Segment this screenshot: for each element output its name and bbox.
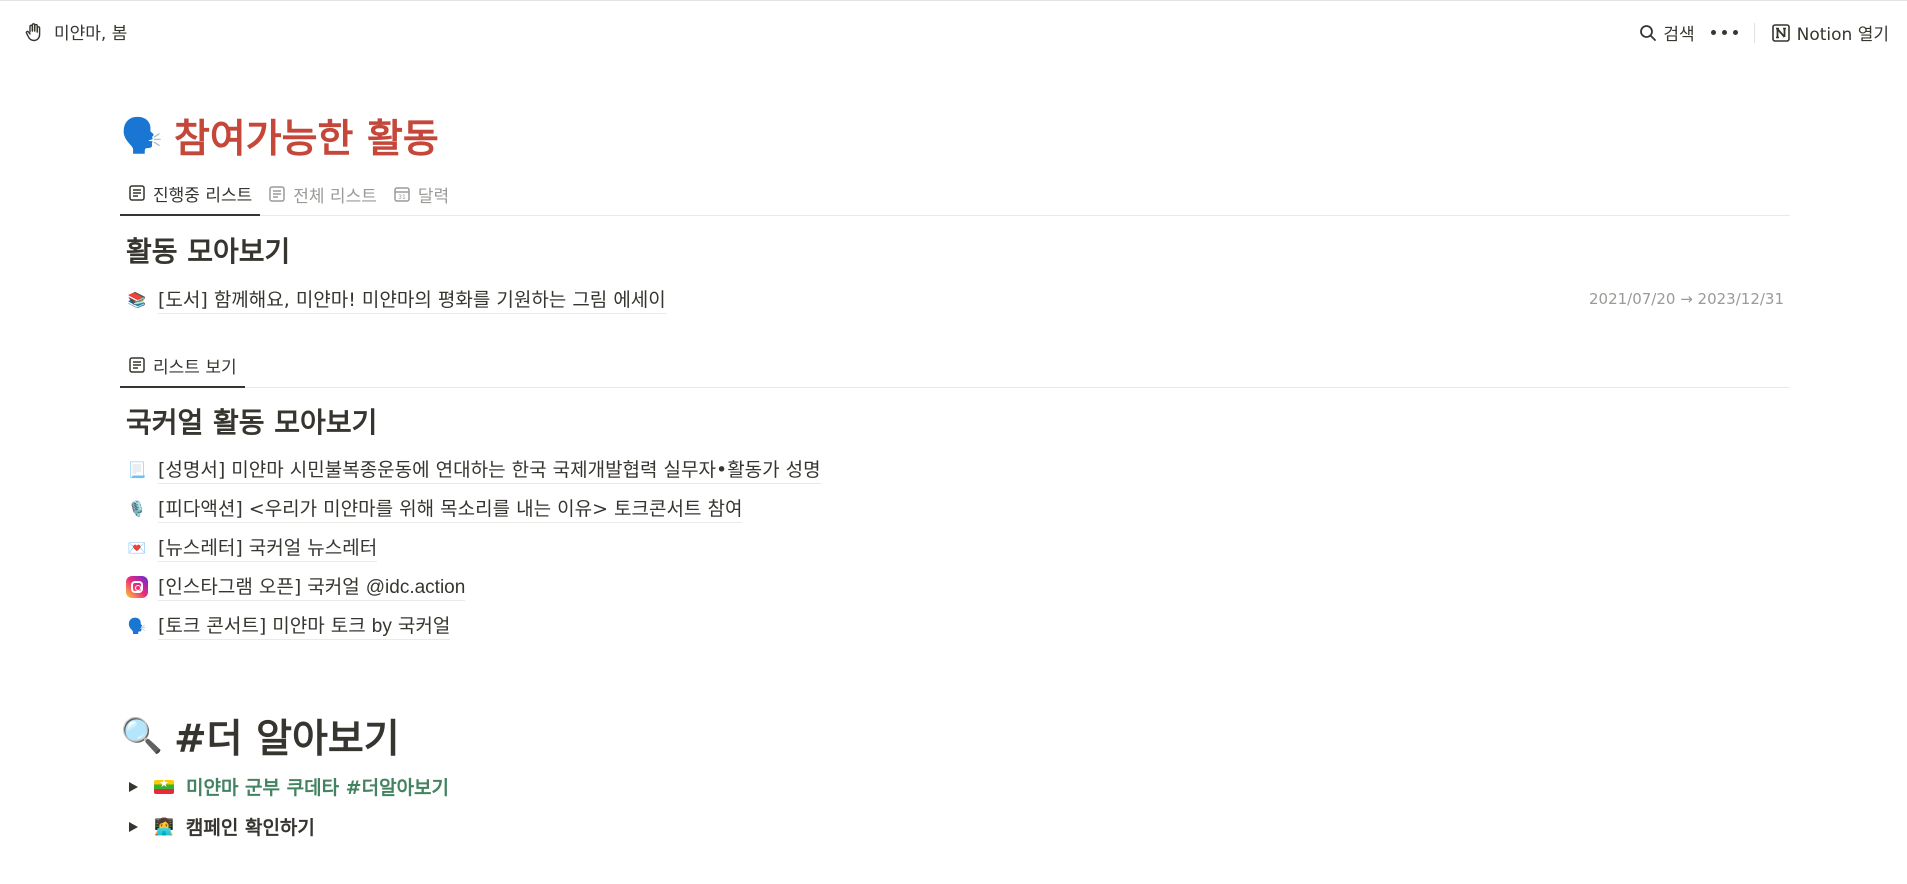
more-icon	[1710, 30, 1716, 35]
search-icon	[1640, 24, 1657, 41]
instagram-icon	[126, 575, 148, 598]
list-item[interactable]: [인스타그램 오픈] 국커얼 @idc.action	[126, 572, 466, 601]
list-item[interactable]: 📃 [성명서] 미얀마 시민불복종운동에 연대하는 한국 국제개발협력 실무자•…	[126, 455, 821, 484]
list-item[interactable]: 💌 [뉴스레터] 국커얼 뉴스레터	[126, 533, 378, 562]
breadcrumb[interactable]: 미얀마, 봄	[24, 19, 127, 44]
more-options-button[interactable]	[1703, 26, 1746, 39]
tab-in-progress-list[interactable]: 진행중 리스트	[120, 172, 261, 216]
list-icon	[269, 186, 285, 202]
search-button[interactable]: 검색	[1631, 16, 1702, 49]
magnifying-glass-icon: 🔍	[120, 716, 164, 756]
breadcrumb-label: 미얀마, 봄	[54, 24, 128, 44]
tab-all-list[interactable]: 전체 리스트	[260, 172, 385, 216]
toggle-arrow-icon[interactable]	[124, 818, 142, 836]
list-icon	[129, 185, 145, 201]
open-in-notion-label: Notion 열기	[1796, 25, 1889, 45]
speaking-head-icon: 🗣️	[120, 116, 164, 156]
speaking-head-icon: 🗣️	[127, 616, 147, 635]
list-item[interactable]: 📚 [도서] 함께해요, 미얀마! 미얀마의 평화를 기원하는 그림 에세이	[126, 285, 666, 314]
list-icon	[129, 357, 145, 373]
notion-logo-icon	[1771, 23, 1790, 42]
divider	[1753, 22, 1755, 43]
raised-hand-icon	[24, 22, 44, 42]
open-in-notion-button[interactable]: Notion 열기	[1763, 16, 1897, 49]
myanmar-flag-icon	[154, 777, 174, 794]
calendar-icon: 31	[394, 187, 410, 202]
svg-text:31: 31	[398, 194, 406, 201]
microphone-icon: 🎙️	[127, 499, 147, 518]
toggle-block[interactable]: 👩‍💻 캠페인 확인하기	[124, 813, 315, 840]
toggle-arrow-icon[interactable]	[124, 778, 142, 796]
section-title: #더 알아보기	[174, 717, 400, 762]
section-heading-activities: 🗣️ 참여가능한 활동	[120, 108, 439, 164]
books-icon: 📚	[127, 290, 147, 309]
toggle-block[interactable]: 미얀마 군부 쿠데타 #더알아보기	[124, 773, 449, 800]
gallery-title: 활동 모아보기	[126, 235, 291, 268]
page-icon: 📃	[127, 460, 147, 479]
view-tabs: 리스트 보기	[120, 344, 1790, 388]
top-bar: 미얀마, 봄 검색 Notion 열기	[0, 0, 1907, 57]
list-item[interactable]: 🗣️ [토크 콘서트] 미얀마 토크 by 국커얼	[126, 611, 451, 640]
tab-calendar[interactable]: 31 달력	[385, 172, 457, 216]
tab-list-view[interactable]: 리스트 보기	[120, 344, 245, 388]
search-label: 검색	[1663, 25, 1695, 45]
section-heading-learn-more: 🔍 #더 알아보기	[120, 708, 400, 764]
view-tabs: 진행중 리스트 전체 리스트 31 달력	[120, 172, 1790, 216]
love-letter-icon: 💌	[127, 538, 147, 557]
person-at-laptop-icon: 👩‍💻	[154, 817, 174, 836]
gallery-title: 국커얼 활동 모아보기	[126, 406, 378, 439]
list-item[interactable]: 🎙️ [피다액션] <우리가 미얀마를 위해 목소리를 내는 이유> 토크콘서트…	[126, 494, 743, 523]
date-range: 2021/07/20 → 2023/12/31	[1588, 290, 1784, 308]
section-title: 참여가능한 활동	[174, 117, 439, 162]
